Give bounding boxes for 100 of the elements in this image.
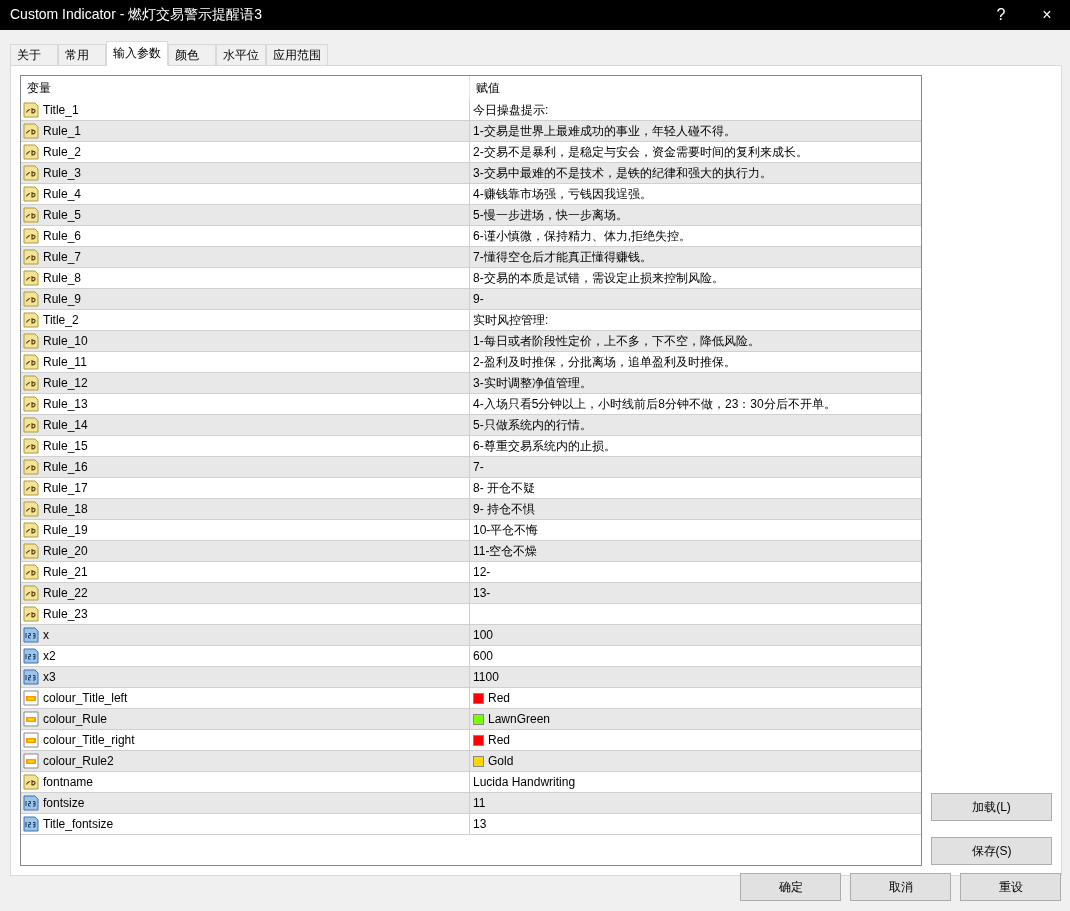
variable-value: 600 xyxy=(473,649,494,663)
variable-value: 2-盈利及时推保，分批离场，追单盈利及时推保。 xyxy=(473,353,736,371)
variable-value: 7- xyxy=(473,460,484,474)
variable-name: colour_Title_left xyxy=(43,691,128,705)
variable-name: Rule_19 xyxy=(43,523,88,537)
text-type-icon xyxy=(23,459,39,475)
text-type-icon xyxy=(23,606,39,622)
load-button[interactable]: 加载(L) xyxy=(931,793,1052,821)
variable-value: 3-交易中最难的不是技术，是铁的纪律和强大的执行力。 xyxy=(473,164,772,182)
variable-value: 13- xyxy=(473,586,491,600)
variable-name: Rule_3 xyxy=(43,166,82,180)
number-type-icon xyxy=(23,816,39,832)
variable-name: Rule_14 xyxy=(43,418,88,432)
text-type-icon xyxy=(23,564,39,580)
variable-value: 4-入场只看5分钟以上，小时线前后8分钟不做，23：30分后不开单。 xyxy=(473,395,836,413)
number-type-icon xyxy=(23,669,39,685)
variable-value: 13 xyxy=(473,817,487,831)
variable-value: 4-赚钱靠市场强，亏钱因我逞强。 xyxy=(473,185,652,203)
reset-button[interactable]: 重设 xyxy=(960,873,1061,901)
number-type-icon xyxy=(23,795,39,811)
variable-name: fontsize xyxy=(43,796,85,810)
tab[interactable]: 应用范围 xyxy=(266,44,328,66)
text-type-icon xyxy=(23,774,39,790)
text-type-icon xyxy=(23,543,39,559)
variable-value: Red xyxy=(488,733,510,747)
variable-value: LawnGreen xyxy=(488,712,551,726)
variable-name: x2 xyxy=(43,649,56,663)
variable-name: x xyxy=(43,628,49,642)
variable-name: Rule_15 xyxy=(43,439,88,453)
variable-value: 5-慢一步进场，快一步离场。 xyxy=(473,206,628,224)
variable-name: Title_2 xyxy=(43,313,79,327)
variable-value: 10-平仓不悔 xyxy=(473,521,539,539)
tab[interactable]: 水平位 xyxy=(216,44,266,66)
variable-value: 9- xyxy=(473,292,484,306)
variable-name: Title_1 xyxy=(43,103,79,117)
variable-name: Rule_23 xyxy=(43,607,88,621)
text-type-icon xyxy=(23,165,39,181)
save-button[interactable]: 保存(S) xyxy=(931,837,1052,865)
variable-name: Rule_22 xyxy=(43,586,88,600)
window-title: Custom Indicator - 燃灯交易警示提醒语3 xyxy=(10,6,264,24)
variable-value: Lucida Handwriting xyxy=(473,775,576,789)
variable-name: Rule_16 xyxy=(43,460,88,474)
variable-name: Rule_17 xyxy=(43,481,88,495)
variable-value: 5-只做系统内的行情。 xyxy=(473,416,592,434)
variable-value: 1-交易是世界上最难成功的事业，年轻人碰不得。 xyxy=(473,122,736,140)
text-type-icon xyxy=(23,396,39,412)
variable-value: 11 xyxy=(473,796,486,810)
text-type-icon xyxy=(23,144,39,160)
text-type-icon xyxy=(23,186,39,202)
variable-name: fontname xyxy=(43,775,94,789)
number-type-icon xyxy=(23,648,39,664)
text-type-icon xyxy=(23,522,39,538)
variable-name: colour_Title_right xyxy=(43,733,135,747)
variable-value: 6-谨小慎微，保持精力、体力,拒绝失控。 xyxy=(473,227,691,245)
variable-name: Rule_2 xyxy=(43,145,82,159)
variable-value: 9- 持仓不惧 xyxy=(473,500,535,518)
text-type-icon xyxy=(23,375,39,391)
variable-name: Rule_10 xyxy=(43,334,88,348)
text-type-icon xyxy=(23,270,39,286)
number-type-icon xyxy=(23,627,39,643)
variable-value: 100 xyxy=(473,628,494,642)
variable-value: 1-每日或者阶段性定价，上不多，下不空，降低风险。 xyxy=(473,332,760,350)
variable-value: 1100 xyxy=(473,670,499,684)
variable-name: Rule_5 xyxy=(43,208,82,222)
variable-value: 3-实时调整净值管理。 xyxy=(473,374,592,392)
help-button[interactable]: ? xyxy=(978,0,1024,30)
text-type-icon xyxy=(23,291,39,307)
text-type-icon xyxy=(23,249,39,265)
variable-value: 8-交易的本质是试错，需设定止损来控制风险。 xyxy=(473,269,724,287)
tab[interactable]: 输入参数 xyxy=(106,41,168,66)
variable-value: 6-尊重交易系统内的止损。 xyxy=(473,437,616,455)
variable-name: Title_fontsize xyxy=(43,817,114,831)
palette-type-icon xyxy=(23,753,39,769)
variable-value: 2-交易不是暴利，是稳定与安会，资金需要时间的复利来成长。 xyxy=(473,143,808,161)
palette-type-icon xyxy=(23,711,39,727)
text-type-icon xyxy=(23,207,39,223)
text-type-icon xyxy=(23,417,39,433)
text-type-icon xyxy=(23,585,39,601)
text-type-icon xyxy=(23,102,39,118)
text-type-icon xyxy=(23,228,39,244)
column-header: 赋值 xyxy=(476,79,500,97)
variable-name: Rule_6 xyxy=(43,229,82,243)
variable-name: colour_Rule2 xyxy=(43,754,114,768)
variable-value: Gold xyxy=(488,754,514,768)
tab[interactable]: 常用 xyxy=(58,44,106,66)
variable-value: 今日操盘提示: xyxy=(473,101,549,119)
text-type-icon xyxy=(23,123,39,139)
variable-name: Rule_13 xyxy=(43,397,88,411)
text-type-icon xyxy=(23,312,39,328)
variable-name: Rule_12 xyxy=(43,376,88,390)
variable-name: Rule_9 xyxy=(43,292,82,306)
close-button[interactable]: × xyxy=(1024,0,1070,30)
variable-name: Rule_8 xyxy=(43,271,82,285)
variable-name: Rule_7 xyxy=(43,250,82,264)
variable-value: 实时风控管理: xyxy=(473,311,549,329)
ok-button[interactable]: 确定 xyxy=(740,873,841,901)
tab[interactable]: 颜色 xyxy=(168,44,216,66)
tab[interactable]: 关于 xyxy=(10,44,58,66)
variable-value: 11-空仓不燥 xyxy=(473,542,538,560)
cancel-button[interactable]: 取消 xyxy=(850,873,951,901)
